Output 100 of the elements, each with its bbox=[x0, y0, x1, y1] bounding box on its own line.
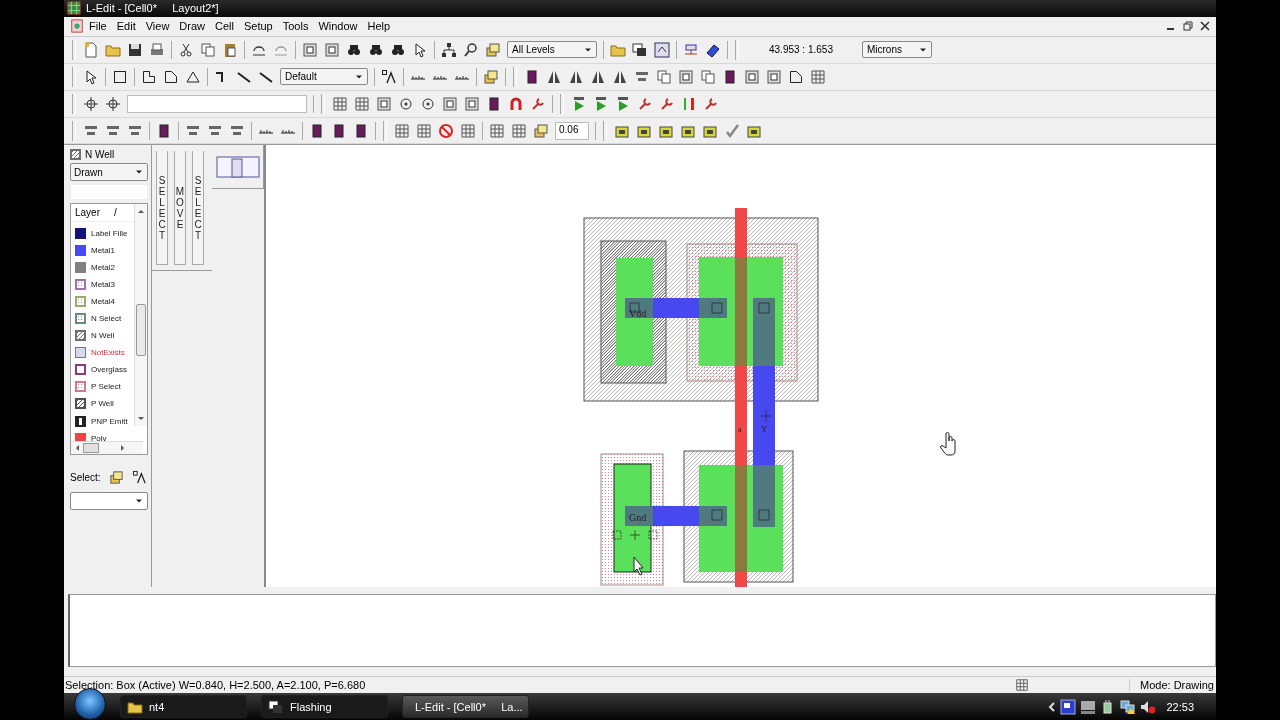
layer-item[interactable]: N Select bbox=[91, 314, 122, 323]
block-icon[interactable] bbox=[156, 122, 172, 139]
start-button[interactable] bbox=[74, 687, 106, 720]
layer-item[interactable]: Overglass bbox=[91, 365, 127, 375]
grid-icon[interactable] bbox=[332, 95, 348, 112]
style-dropdown[interactable]: Default bbox=[280, 68, 368, 86]
tag-icon[interactable] bbox=[381, 68, 397, 85]
command-panel[interactable] bbox=[68, 594, 1216, 668]
windows-icon[interactable] bbox=[632, 41, 648, 58]
layers-icon[interactable] bbox=[485, 41, 501, 58]
sort-mark[interactable]: / bbox=[114, 207, 117, 219]
layer-item[interactable]: NotExists bbox=[91, 348, 125, 358]
layer-item[interactable]: Metal3 bbox=[91, 279, 115, 289]
clock[interactable]: 22:53 bbox=[1166, 700, 1194, 713]
mode-button[interactable]: SELECT bbox=[156, 151, 168, 266]
grid-icon[interactable] bbox=[394, 122, 410, 139]
snap-field[interactable]: 0.06 bbox=[555, 121, 589, 140]
layer-item[interactable]: PNP Emitt bbox=[91, 416, 128, 426]
layers-icon[interactable] bbox=[108, 470, 124, 486]
rectangle-icon[interactable] bbox=[112, 68, 128, 85]
play-icon[interactable] bbox=[615, 95, 631, 112]
prohibited-icon[interactable] bbox=[438, 122, 454, 139]
taskbar-button[interactable]: Flashing bbox=[261, 695, 388, 719]
block-icon[interactable] bbox=[722, 68, 738, 85]
menu-item[interactable]: Tools bbox=[277, 20, 314, 33]
refresh-icon[interactable] bbox=[654, 41, 670, 58]
layer-item[interactable]: Metal1 bbox=[91, 245, 115, 255]
scissors-icon[interactable] bbox=[178, 41, 194, 58]
frame-icon[interactable] bbox=[744, 68, 760, 85]
grid-icon[interactable] bbox=[354, 95, 370, 112]
menu-item[interactable]: Cell bbox=[210, 20, 239, 33]
frame-icon[interactable] bbox=[464, 95, 480, 112]
search-icon[interactable] bbox=[463, 41, 479, 58]
layers-icon[interactable] bbox=[533, 122, 549, 139]
mode-dropdown[interactable]: Drawn bbox=[70, 163, 148, 182]
frame-icon[interactable] bbox=[766, 68, 782, 85]
polygon-icon[interactable] bbox=[141, 68, 157, 85]
layout-thumbnail[interactable] bbox=[215, 156, 260, 178]
menu-item[interactable]: File bbox=[84, 20, 112, 33]
layer-item[interactable]: P Well bbox=[91, 399, 114, 409]
layer-item[interactable]: Label Fille bbox=[91, 228, 128, 238]
scroll-right-icon[interactable] bbox=[119, 443, 127, 454]
layer-item[interactable]: Metal2 bbox=[91, 262, 115, 272]
taskbar-button[interactable]: nt4 bbox=[120, 695, 247, 719]
split-icon[interactable] bbox=[681, 95, 697, 112]
levels-dropdown[interactable]: All Levels bbox=[507, 41, 597, 59]
check-icon[interactable] bbox=[724, 122, 740, 139]
menu-item[interactable]: Edit bbox=[111, 20, 141, 33]
tag-icon[interactable] bbox=[131, 470, 147, 486]
circle-icon[interactable] bbox=[398, 95, 414, 112]
copy-icon[interactable] bbox=[700, 68, 716, 85]
menu-item[interactable]: View bbox=[140, 20, 175, 33]
select-dropdown[interactable] bbox=[70, 492, 148, 511]
menu-item[interactable]: Draw bbox=[174, 20, 211, 33]
grid-icon[interactable] bbox=[511, 122, 527, 139]
grid-icon[interactable] bbox=[460, 122, 476, 139]
block-icon[interactable] bbox=[486, 95, 502, 112]
layer-item[interactable]: Metal4 bbox=[91, 296, 115, 306]
command-field[interactable] bbox=[127, 94, 307, 113]
wrench-icon[interactable] bbox=[703, 95, 719, 112]
circle-icon[interactable] bbox=[420, 95, 436, 112]
window-icon[interactable] bbox=[1060, 698, 1077, 715]
menu-item[interactable]: Setup bbox=[239, 20, 278, 33]
wrench-icon[interactable] bbox=[530, 95, 546, 112]
frame-icon[interactable] bbox=[376, 95, 392, 112]
monitor-icon[interactable] bbox=[1080, 698, 1097, 715]
shape-icon[interactable] bbox=[163, 68, 179, 85]
chevron-icon[interactable] bbox=[1048, 700, 1057, 713]
menu-item[interactable]: Window bbox=[313, 20, 363, 33]
layers-icon[interactable] bbox=[483, 68, 499, 85]
frame-icon[interactable] bbox=[302, 41, 318, 58]
copy-icon[interactable] bbox=[200, 41, 216, 58]
frame-icon[interactable] bbox=[324, 41, 340, 58]
mode-button[interactable]: SELECT bbox=[192, 151, 204, 266]
printer-icon[interactable] bbox=[149, 41, 165, 58]
restore-icon[interactable] bbox=[1181, 19, 1195, 34]
column-header[interactable]: Layer bbox=[75, 207, 100, 219]
shape-icon[interactable] bbox=[788, 68, 804, 85]
block-icon[interactable] bbox=[331, 122, 347, 139]
wrench-icon[interactable] bbox=[659, 95, 675, 112]
layer-item[interactable]: N Well bbox=[91, 331, 115, 341]
units-dropdown[interactable]: Microns bbox=[861, 41, 932, 59]
block-icon[interactable] bbox=[309, 122, 325, 139]
mode-button[interactable]: MOVE bbox=[174, 151, 186, 266]
tree-icon[interactable] bbox=[441, 41, 457, 58]
network-icon[interactable] bbox=[1120, 698, 1137, 715]
magnet-icon[interactable] bbox=[508, 95, 524, 112]
frame-icon[interactable] bbox=[678, 68, 694, 85]
play-icon[interactable] bbox=[571, 95, 587, 112]
scrollbar-thumb[interactable] bbox=[136, 304, 146, 357]
scrollbar-thumb[interactable] bbox=[83, 443, 99, 454]
crosshair-icon[interactable] bbox=[105, 95, 121, 112]
grid-icon[interactable] bbox=[810, 68, 826, 85]
grid-icon[interactable] bbox=[489, 122, 505, 139]
frame-icon[interactable] bbox=[442, 95, 458, 112]
menu-item[interactable]: Help bbox=[362, 20, 396, 33]
wrench-icon[interactable] bbox=[637, 95, 653, 112]
taskbar-button[interactable]: L-Edit - [Cell0* La... bbox=[402, 695, 529, 719]
pointer-icon[interactable] bbox=[412, 41, 428, 58]
pointer-icon[interactable] bbox=[83, 68, 99, 85]
